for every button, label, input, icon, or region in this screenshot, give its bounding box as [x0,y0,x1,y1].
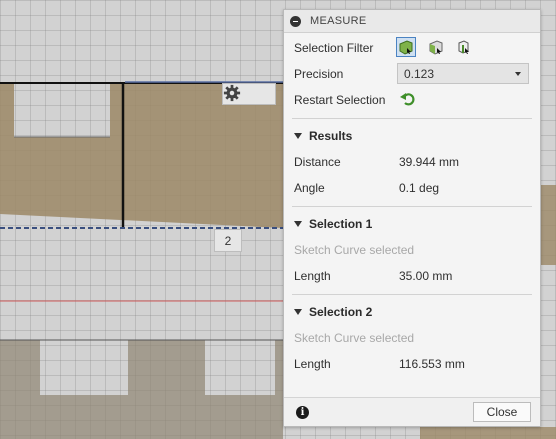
results-section-header[interactable]: Results [294,126,352,146]
selection-filter-row: Selection Filter [294,38,373,58]
selection2-heading: Selection 2 [309,305,373,319]
sketch-strip-bottom-right [420,427,556,439]
precision-row: Precision [294,64,343,84]
gear-icon[interactable] [223,84,241,102]
divider [292,294,532,295]
selection2-length-value: 116.553 mm [399,357,465,371]
select-face-icon[interactable] [426,37,446,57]
selection1-status-row: Sketch Curve selected [294,240,414,260]
selection1-length-value: 35.00 mm [399,269,453,283]
selection2-section-header[interactable]: Selection 2 [294,302,372,322]
info-icon[interactable]: i [296,406,309,419]
selection-callout-1[interactable]: 1 [222,83,276,105]
angle-label: Angle [294,181,325,195]
sketch-strip-right [541,185,556,265]
results-heading: Results [309,129,353,143]
selection1-section-header[interactable]: Selection 1 [294,214,372,234]
triangle-down-icon [294,221,302,227]
selection2-status: Sketch Curve selected [294,331,415,345]
restart-selection-label: Restart Selection [294,93,386,107]
restart-row: Restart Selection [294,90,385,110]
selection2-length-row: Length 116.553 mm [294,354,534,374]
distance-row: Distance 39.944 mm [294,152,534,172]
select-body-icon[interactable] [396,37,416,57]
angle-row: Angle 0.1 deg [294,178,534,198]
panel-header: MEASURE [284,10,540,33]
sketch-profile-lower [0,340,283,439]
selection1-length-label: Length [294,269,331,283]
selection1-length-row: Length 35.00 mm [294,266,534,286]
selection1-status: Sketch Curve selected [294,243,415,257]
selection2-status-row: Sketch Curve selected [294,328,414,348]
measure-panel: MEASURE Selection Filter Precision 0.123 [283,9,541,427]
triangle-down-icon [294,309,302,315]
divider [292,206,532,207]
selection-callout-2[interactable]: 2 [214,229,242,252]
selection1-heading: Selection 1 [309,217,373,231]
collapse-icon[interactable] [290,15,301,27]
precision-label: Precision [294,67,344,81]
panel-footer: i Close [284,397,540,426]
select-edge-icon[interactable] [454,37,474,57]
restart-arrow-icon[interactable] [399,90,417,108]
selection2-length-label: Length [294,357,331,371]
distance-label: Distance [294,155,341,169]
precision-dropdown[interactable]: 0.123 [397,63,529,84]
precision-value: 0.123 [404,66,435,81]
chevron-down-icon [515,72,521,76]
close-button[interactable]: Close [473,402,531,422]
triangle-down-icon [294,133,302,139]
callout-2-label: 2 [224,233,232,248]
angle-value: 0.1 deg [399,181,440,195]
selection-filter-label: Selection Filter [294,41,374,55]
panel-title: MEASURE [310,15,367,27]
divider [292,118,532,119]
distance-value: 39.944 mm [399,155,460,169]
